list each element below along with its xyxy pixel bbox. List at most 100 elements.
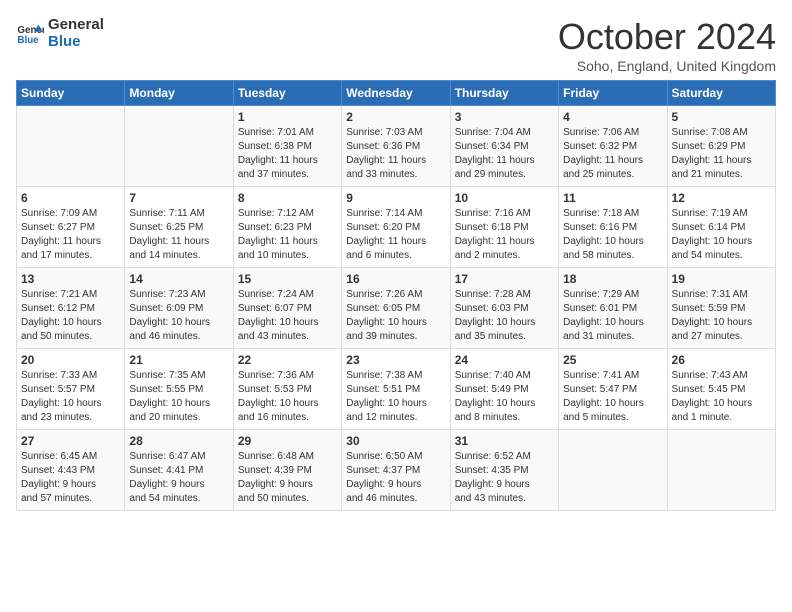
day-info: Sunrise: 7:11 AM Sunset: 6:25 PM Dayligh… bbox=[129, 207, 228, 263]
day-cell: 17Sunrise: 7:28 AM Sunset: 6:03 PM Dayli… bbox=[450, 268, 558, 349]
header-cell-wednesday: Wednesday bbox=[342, 81, 450, 106]
calendar-table: SundayMondayTuesdayWednesdayThursdayFrid… bbox=[16, 80, 776, 511]
day-number: 2 bbox=[346, 110, 445, 124]
logo-icon: General Blue bbox=[16, 19, 44, 47]
day-number: 13 bbox=[21, 272, 120, 286]
day-cell: 11 Sunrise: 7:18 AM Sunset: 6:16 PM Dayli… bbox=[559, 187, 667, 268]
day-info: Sunrise: 7:06 AM Sunset: 6:32 PM Dayligh… bbox=[563, 126, 662, 182]
day-number: 24 bbox=[455, 353, 554, 367]
day-number: 9 bbox=[346, 191, 445, 205]
day-number: 23 bbox=[346, 353, 445, 367]
day-cell bbox=[125, 106, 233, 187]
day-info: Sunrise: 7:26 AM Sunset: 6:05 PM Dayligh… bbox=[346, 288, 445, 344]
svg-text:Blue: Blue bbox=[17, 35, 39, 46]
day-info: Sunrise: 7:24 AM Sunset: 6:07 PM Dayligh… bbox=[238, 288, 337, 344]
day-number: 6 bbox=[21, 191, 120, 205]
day-info: Sunrise: 7:23 AM Sunset: 6:09 PM Dayligh… bbox=[129, 288, 228, 344]
day-cell: 5 Sunrise: 7:08 AM Sunset: 6:29 PM Daylig… bbox=[667, 106, 775, 187]
day-info: Sunrise: 7:21 AM Sunset: 6:12 PM Dayligh… bbox=[21, 288, 120, 344]
day-cell: 28Sunrise: 6:47 AM Sunset: 4:41 PM Dayli… bbox=[125, 430, 233, 511]
day-cell: 6Sunrise: 7:09 AM Sunset: 6:27 PM Daylig… bbox=[17, 187, 125, 268]
day-number: 16 bbox=[346, 272, 445, 286]
day-number: 20 bbox=[21, 353, 120, 367]
day-info: Sunrise: 6:48 AM Sunset: 4:39 PM Dayligh… bbox=[238, 450, 337, 506]
day-info: Sunrise: 7:35 AM Sunset: 5:55 PM Dayligh… bbox=[129, 369, 228, 425]
day-number: 4 bbox=[563, 110, 662, 124]
calendar-body: 1 Sunrise: 7:01 AM Sunset: 6:38 PM Daylig… bbox=[17, 106, 776, 511]
day-info: Sunrise: 7:01 AM Sunset: 6:38 PM Dayligh… bbox=[238, 126, 337, 182]
day-number: 28 bbox=[129, 434, 228, 448]
day-number: 27 bbox=[21, 434, 120, 448]
day-cell: 25Sunrise: 7:41 AM Sunset: 5:47 PM Dayli… bbox=[559, 349, 667, 430]
day-info: Sunrise: 7:36 AM Sunset: 5:53 PM Dayligh… bbox=[238, 369, 337, 425]
day-number: 11 bbox=[563, 191, 662, 205]
logo: General Blue General Blue bbox=[16, 16, 104, 50]
day-info: Sunrise: 7:16 AM Sunset: 6:18 PM Dayligh… bbox=[455, 207, 554, 263]
day-cell: 7Sunrise: 7:11 AM Sunset: 6:25 PM Daylig… bbox=[125, 187, 233, 268]
day-cell: 30Sunrise: 6:50 AM Sunset: 4:37 PM Dayli… bbox=[342, 430, 450, 511]
day-cell: 15Sunrise: 7:24 AM Sunset: 6:07 PM Dayli… bbox=[233, 268, 341, 349]
day-number: 14 bbox=[129, 272, 228, 286]
day-number: 5 bbox=[672, 110, 771, 124]
day-cell: 27 Sunrise: 6:45 AM Sunset: 4:43 PM Dayli… bbox=[17, 430, 125, 511]
day-cell: 20Sunrise: 7:33 AM Sunset: 5:57 PM Dayli… bbox=[17, 349, 125, 430]
day-cell bbox=[17, 106, 125, 187]
day-info: Sunrise: 6:45 AM Sunset: 4:43 PM Dayligh… bbox=[21, 450, 120, 506]
week-row-4: 20Sunrise: 7:33 AM Sunset: 5:57 PM Dayli… bbox=[17, 349, 776, 430]
day-info: Sunrise: 7:38 AM Sunset: 5:51 PM Dayligh… bbox=[346, 369, 445, 425]
day-number: 8 bbox=[238, 191, 337, 205]
day-cell: 14 Sunrise: 7:23 AM Sunset: 6:09 PM Dayli… bbox=[125, 268, 233, 349]
day-number: 1 bbox=[238, 110, 337, 124]
day-cell: 29 Sunrise: 6:48 AM Sunset: 4:39 PM Dayli… bbox=[233, 430, 341, 511]
week-row-1: 1 Sunrise: 7:01 AM Sunset: 6:38 PM Daylig… bbox=[17, 106, 776, 187]
day-cell: 21 Sunrise: 7:35 AM Sunset: 5:55 PM Dayli… bbox=[125, 349, 233, 430]
logo-blue: Blue bbox=[48, 33, 104, 50]
day-info: Sunrise: 7:14 AM Sunset: 6:20 PM Dayligh… bbox=[346, 207, 445, 263]
header-row: SundayMondayTuesdayWednesdayThursdayFrid… bbox=[17, 81, 776, 106]
day-number: 26 bbox=[672, 353, 771, 367]
day-number: 29 bbox=[238, 434, 337, 448]
header-cell-sunday: Sunday bbox=[17, 81, 125, 106]
day-info: Sunrise: 7:40 AM Sunset: 5:49 PM Dayligh… bbox=[455, 369, 554, 425]
day-cell: 1 Sunrise: 7:01 AM Sunset: 6:38 PM Daylig… bbox=[233, 106, 341, 187]
day-cell: 22 Sunrise: 7:36 AM Sunset: 5:53 PM Dayli… bbox=[233, 349, 341, 430]
day-cell: 23 Sunrise: 7:38 AM Sunset: 5:51 PM Dayli… bbox=[342, 349, 450, 430]
location: Soho, England, United Kingdom bbox=[558, 58, 776, 74]
day-cell: 13 Sunrise: 7:21 AM Sunset: 6:12 PM Dayli… bbox=[17, 268, 125, 349]
day-cell: 26Sunrise: 7:43 AM Sunset: 5:45 PM Dayli… bbox=[667, 349, 775, 430]
day-info: Sunrise: 7:19 AM Sunset: 6:14 PM Dayligh… bbox=[672, 207, 771, 263]
header: General Blue General Blue October 2024 S… bbox=[16, 16, 776, 74]
day-info: Sunrise: 6:50 AM Sunset: 4:37 PM Dayligh… bbox=[346, 450, 445, 506]
day-cell bbox=[667, 430, 775, 511]
day-cell: 10Sunrise: 7:16 AM Sunset: 6:18 PM Dayli… bbox=[450, 187, 558, 268]
day-cell: 9 Sunrise: 7:14 AM Sunset: 6:20 PM Daylig… bbox=[342, 187, 450, 268]
day-info: Sunrise: 7:18 AM Sunset: 6:16 PM Dayligh… bbox=[563, 207, 662, 263]
day-cell: 3 Sunrise: 7:04 AM Sunset: 6:34 PM Daylig… bbox=[450, 106, 558, 187]
header-cell-tuesday: Tuesday bbox=[233, 81, 341, 106]
header-cell-saturday: Saturday bbox=[667, 81, 775, 106]
day-number: 17 bbox=[455, 272, 554, 286]
day-info: Sunrise: 7:12 AM Sunset: 6:23 PM Dayligh… bbox=[238, 207, 337, 263]
day-number: 3 bbox=[455, 110, 554, 124]
day-cell bbox=[559, 430, 667, 511]
header-cell-thursday: Thursday bbox=[450, 81, 558, 106]
day-info: Sunrise: 6:52 AM Sunset: 4:35 PM Dayligh… bbox=[455, 450, 554, 506]
day-info: Sunrise: 7:31 AM Sunset: 5:59 PM Dayligh… bbox=[672, 288, 771, 344]
day-number: 31 bbox=[455, 434, 554, 448]
day-number: 21 bbox=[129, 353, 228, 367]
day-cell: 2Sunrise: 7:03 AM Sunset: 6:36 PM Daylig… bbox=[342, 106, 450, 187]
header-cell-monday: Monday bbox=[125, 81, 233, 106]
day-number: 22 bbox=[238, 353, 337, 367]
day-cell: 8 Sunrise: 7:12 AM Sunset: 6:23 PM Daylig… bbox=[233, 187, 341, 268]
day-info: Sunrise: 7:29 AM Sunset: 6:01 PM Dayligh… bbox=[563, 288, 662, 344]
day-number: 18 bbox=[563, 272, 662, 286]
day-cell: 19Sunrise: 7:31 AM Sunset: 5:59 PM Dayli… bbox=[667, 268, 775, 349]
day-info: Sunrise: 7:08 AM Sunset: 6:29 PM Dayligh… bbox=[672, 126, 771, 182]
day-cell: 16 Sunrise: 7:26 AM Sunset: 6:05 PM Dayli… bbox=[342, 268, 450, 349]
day-number: 25 bbox=[563, 353, 662, 367]
title-area: October 2024 Soho, England, United Kingd… bbox=[558, 16, 776, 74]
day-info: Sunrise: 7:04 AM Sunset: 6:34 PM Dayligh… bbox=[455, 126, 554, 182]
month-title: October 2024 bbox=[558, 16, 776, 58]
week-row-2: 6Sunrise: 7:09 AM Sunset: 6:27 PM Daylig… bbox=[17, 187, 776, 268]
calendar-header: SundayMondayTuesdayWednesdayThursdayFrid… bbox=[17, 81, 776, 106]
